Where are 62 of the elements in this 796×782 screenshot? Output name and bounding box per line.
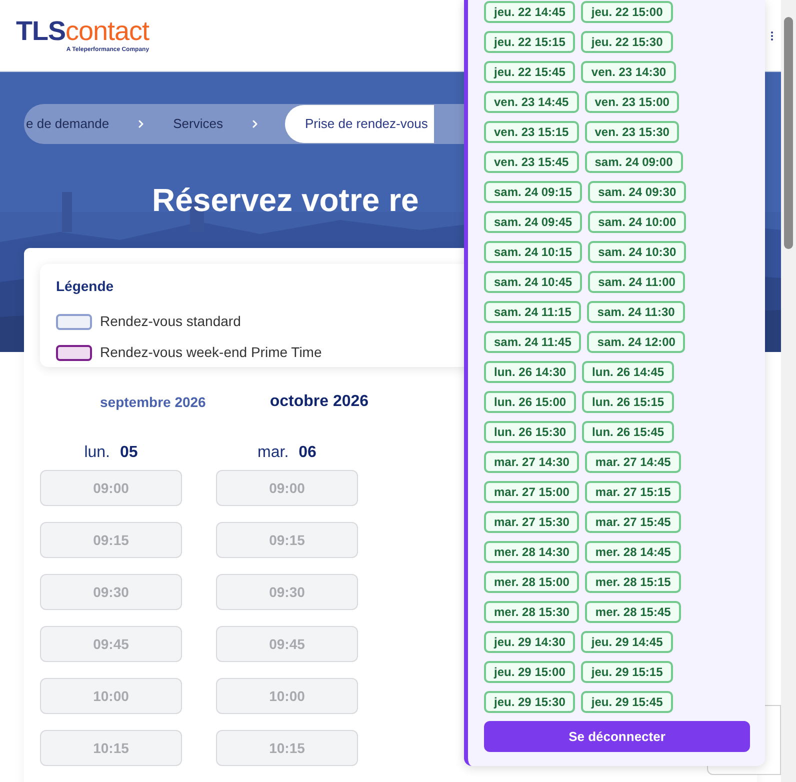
- breadcrumb-step[interactable]: e de demande: [24, 114, 112, 134]
- legend-label: Rendez-vous standard: [100, 312, 241, 331]
- slot-chip[interactable]: sam. 24 09:30: [588, 181, 686, 203]
- slot-chip[interactable]: sam. 24 10:30: [588, 241, 686, 263]
- page-title: Réservez votre re: [152, 181, 419, 220]
- breadcrumb-step[interactable]: Prise de rendez-vous: [284, 105, 434, 143]
- slot-chip[interactable]: mer. 28 15:30: [484, 601, 580, 623]
- slot-chip[interactable]: sam. 24 11:00: [588, 271, 686, 293]
- slot-chip[interactable]: ven. 23 15:00: [584, 91, 680, 113]
- slot-chip[interactable]: lun. 26 15:15: [582, 391, 674, 413]
- logout-button[interactable]: Se déconnecter: [484, 721, 750, 752]
- slot-chip[interactable]: mar. 27 15:15: [585, 481, 681, 503]
- slot-chip[interactable]: lun. 26 14:30: [484, 361, 576, 383]
- slot-chip[interactable]: lun. 26 15:45: [582, 421, 674, 443]
- slot-chip[interactable]: jeu. 22 15:00: [581, 1, 673, 23]
- slot-chip[interactable]: jeu. 29 14:45: [581, 631, 673, 653]
- month-tab[interactable]: octobre 2026: [270, 390, 369, 414]
- slot-chip[interactable]: sam. 24 10:15: [484, 241, 582, 263]
- slot-chip[interactable]: mar. 27 15:45: [585, 511, 681, 533]
- legend-label: Rendez-vous week-end Prime Time: [100, 343, 322, 362]
- slot-chip[interactable]: ven. 23 15:45: [484, 151, 579, 173]
- slot-chip[interactable]: sam. 24 10:00: [588, 211, 686, 233]
- slot-chip[interactable]: jeu. 29 15:45: [581, 691, 673, 713]
- day-number: 05: [120, 443, 138, 463]
- slot-chip[interactable]: ven. 23 15:30: [584, 121, 680, 143]
- breadcrumb-step[interactable]: Services: [171, 114, 225, 134]
- slot-chip[interactable]: mar. 27 15:00: [484, 481, 580, 503]
- legend-title: Légende: [56, 277, 115, 296]
- month-tab[interactable]: septembre 2026: [100, 392, 206, 412]
- slot-chip[interactable]: sam. 24 09:15: [484, 181, 582, 203]
- slot-chip[interactable]: jeu. 29 15:00: [484, 661, 576, 683]
- slot-chip[interactable]: sam. 24 09:45: [484, 211, 582, 233]
- slot-chip[interactable]: jeu. 22 14:45: [484, 1, 576, 23]
- slot-chip[interactable]: jeu. 29 15:30: [484, 691, 576, 713]
- slot-chip[interactable]: lun. 26 15:30: [484, 421, 576, 443]
- slot-chip[interactable]: mar. 27 14:30: [484, 451, 580, 473]
- slot-chip[interactable]: lun. 26 15:00: [484, 391, 576, 413]
- slot-chip[interactable]: mar. 27 14:45: [585, 451, 681, 473]
- weekday-label: mar.: [258, 443, 289, 463]
- day-number: 06: [298, 443, 316, 463]
- slot-chip[interactable]: mer. 28 15:45: [585, 601, 681, 623]
- slot-chip[interactable]: mer. 28 15:00: [484, 571, 580, 593]
- slot-chip[interactable]: sam. 24 12:00: [587, 331, 686, 353]
- weekday-label: lun.: [84, 443, 110, 463]
- slot-chip[interactable]: mer. 28 14:30: [484, 541, 580, 563]
- slot-chip[interactable]: ven. 23 15:15: [484, 121, 579, 143]
- slot-chip[interactable]: jeu. 22 15:45: [484, 61, 576, 83]
- slot-chip[interactable]: jeu. 29 14:30: [484, 631, 576, 653]
- slot-chip[interactable]: mer. 28 15:15: [585, 571, 681, 593]
- slot-chip[interactable]: sam. 24 09:00: [584, 151, 683, 173]
- slot-chip[interactable]: sam. 24 11:30: [587, 301, 685, 323]
- slot-chip[interactable]: ven. 23 14:45: [484, 91, 579, 113]
- slot-chip[interactable]: mar. 27 15:30: [484, 511, 580, 533]
- slot-chip[interactable]: jeu. 22 15:15: [484, 31, 576, 53]
- slot-chip[interactable]: mer. 28 14:45: [585, 541, 681, 563]
- slot-chip[interactable]: sam. 24 11:45: [484, 331, 582, 353]
- slot-chip[interactable]: jeu. 22 15:30: [581, 31, 673, 53]
- slot-chip[interactable]: sam. 24 11:15: [484, 301, 582, 323]
- slot-chip[interactable]: jeu. 29 15:15: [581, 661, 673, 683]
- slot-chip[interactable]: lun. 26 14:45: [582, 361, 674, 383]
- slot-chip[interactable]: ven. 23 14:30: [581, 61, 676, 83]
- slot-chip[interactable]: sam. 24 10:45: [484, 271, 582, 293]
